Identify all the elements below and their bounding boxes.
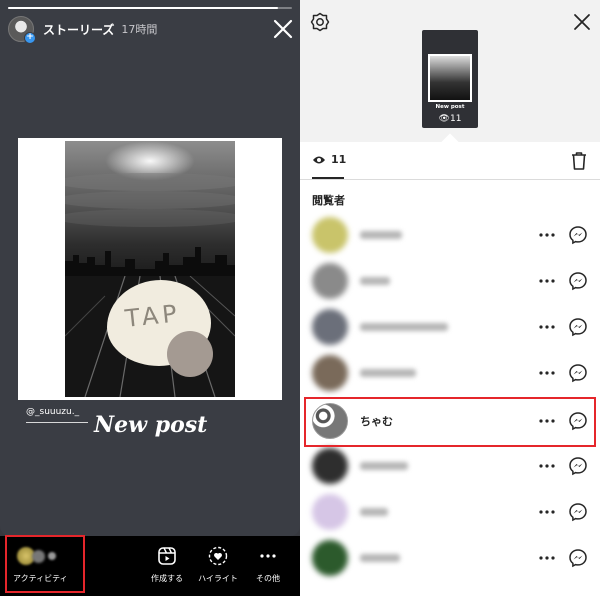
highlight-button[interactable]: ハイライト — [194, 545, 242, 589]
more-label: その他 — [256, 574, 280, 583]
more-dots-icon[interactable] — [537, 271, 557, 291]
more-button[interactable]: その他 — [244, 545, 292, 589]
story-username[interactable]: ストーリーズ — [43, 21, 114, 38]
mention-underline — [26, 422, 88, 423]
sticker-dot — [167, 331, 213, 377]
highlight-label: ハイライト — [198, 574, 238, 583]
viewer-row[interactable] — [300, 443, 600, 489]
tap-sticker-text: TAP — [123, 299, 182, 333]
viewer-avatars-preview — [17, 547, 56, 565]
close-icon[interactable] — [272, 18, 294, 40]
viewer-name[interactable] — [360, 323, 448, 331]
messenger-icon[interactable] — [568, 225, 588, 245]
trash-icon[interactable] — [570, 151, 588, 171]
viewers-section-title: 閲覧者 — [312, 194, 345, 207]
viewer-row[interactable] — [300, 258, 600, 304]
eye-icon: 👁 — [438, 114, 450, 124]
cloud — [65, 191, 235, 209]
story-progress-bar — [8, 7, 292, 9]
city-skyline — [65, 247, 235, 279]
cloud — [65, 173, 235, 191]
thumbnail-photo — [428, 54, 472, 102]
messenger-icon[interactable] — [568, 271, 588, 291]
viewer-name[interactable] — [360, 369, 416, 377]
more-dots-icon[interactable] — [537, 502, 557, 522]
story-panel: + ストーリーズ 17時間 TAP @_suuuzu._ New post アク… — [0, 0, 300, 596]
avatar[interactable]: + — [8, 16, 36, 44]
messenger-icon[interactable] — [568, 548, 588, 568]
viewers-panel: New post 👁11 11 閲覧者 ちゃむ — [300, 0, 600, 596]
avatar[interactable] — [312, 263, 348, 299]
tab-views[interactable]: 11 — [312, 142, 347, 179]
create-button[interactable]: 作成する — [143, 545, 191, 589]
messenger-icon[interactable] — [568, 502, 588, 522]
more-dots-icon[interactable] — [537, 456, 557, 476]
avatar[interactable] — [312, 355, 348, 391]
avatar — [32, 549, 45, 563]
viewer-row[interactable] — [300, 350, 600, 396]
viewer-row[interactable] — [300, 304, 600, 350]
avatar[interactable] — [312, 494, 348, 530]
story-header: + ストーリーズ 17時間 — [8, 16, 158, 44]
avatar — [48, 552, 56, 560]
avatar[interactable] — [312, 309, 348, 345]
viewer-row[interactable] — [300, 535, 600, 581]
thumbnail-caption: New post — [435, 104, 465, 110]
viewer-name[interactable] — [360, 508, 388, 516]
reels-icon — [156, 545, 178, 567]
more-dots-icon[interactable] — [537, 317, 557, 337]
story-progress-fill — [8, 7, 278, 9]
story-caption: New post — [94, 412, 208, 438]
messenger-icon[interactable] — [568, 456, 588, 476]
viewer-name[interactable] — [360, 462, 408, 470]
avatar[interactable] — [312, 540, 348, 576]
more-dots-icon[interactable] — [537, 225, 557, 245]
cloud — [65, 209, 235, 227]
close-icon[interactable] — [572, 12, 592, 32]
views-count: 11 — [331, 153, 347, 166]
activity-button[interactable]: アクティビティ — [5, 535, 85, 593]
settings-gear-icon[interactable] — [310, 12, 330, 32]
add-story-icon[interactable]: + — [24, 32, 36, 44]
activity-label: アクティビティ — [13, 574, 68, 583]
viewer-row[interactable] — [300, 212, 600, 258]
story-timestamp: 17時間 — [121, 23, 158, 36]
avatar[interactable] — [312, 217, 348, 253]
story-card[interactable]: + ストーリーズ 17時間 TAP @_suuuzu._ New post — [0, 0, 300, 536]
messenger-icon[interactable] — [568, 363, 588, 383]
viewer-name[interactable] — [360, 554, 400, 562]
messenger-icon[interactable] — [568, 317, 588, 337]
more-dots-icon[interactable] — [537, 548, 557, 568]
story-thumbnail[interactable]: New post 👁11 — [422, 30, 478, 128]
more-dots-icon — [257, 545, 279, 567]
highlighted-viewer-box — [304, 397, 596, 447]
viewer-row[interactable] — [300, 489, 600, 535]
viewer-name[interactable] — [360, 231, 402, 239]
more-dots-icon[interactable] — [537, 363, 557, 383]
screen: + ストーリーズ 17時間 TAP @_suuuzu._ New post アク… — [0, 0, 600, 596]
create-label: 作成する — [151, 574, 183, 583]
avatar[interactable] — [312, 448, 348, 484]
viewers-tab-bar: 11 — [300, 142, 600, 180]
heart-circle-icon — [207, 545, 229, 567]
viewer-name[interactable] — [360, 277, 390, 285]
thumbnail-view-count-value: 11 — [449, 114, 462, 124]
thumbnail-view-count: 👁11 — [422, 114, 478, 124]
eye-icon — [312, 150, 326, 169]
mention-sticker[interactable]: @_suuuzu._ — [26, 407, 79, 417]
